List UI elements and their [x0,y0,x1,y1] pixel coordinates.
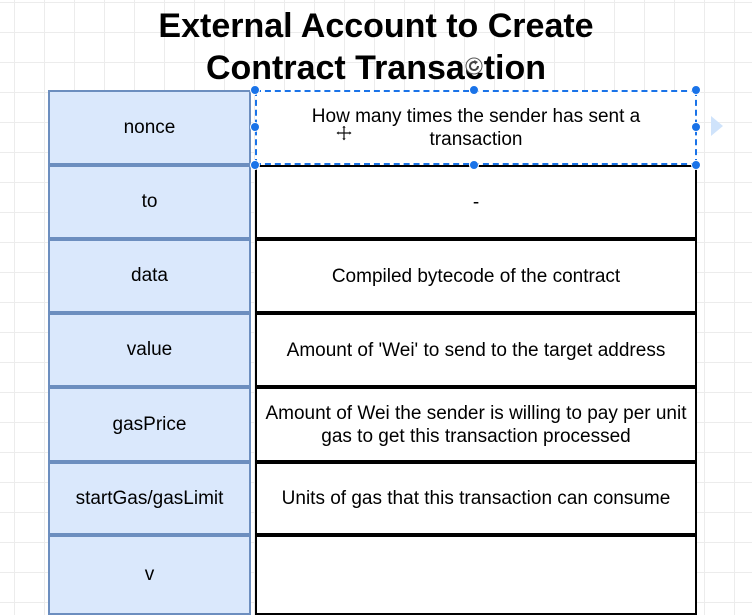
resize-handle-bottom[interactable] [469,160,479,170]
field-description-text: Amount of Wei the sender is willing to p… [265,402,687,447]
field-name-label: v [144,564,155,585]
rotate-icon[interactable] [465,57,483,75]
resize-handle-right[interactable] [691,122,701,132]
field-name-label: data [131,265,168,286]
field-description-text: Amount of 'Wei' to send to the target ad… [286,339,666,361]
resize-handle-top-left[interactable] [250,85,260,95]
field-name-label: gasPrice [112,413,187,435]
field-description-text: Units of gas that this transaction can c… [281,488,671,509]
field-name-cell-nonce[interactable]: nonce [48,90,251,165]
field-description-cell-value[interactable]: Amount of 'Wei' to send to the target ad… [255,313,697,387]
resize-handle-bottom-right[interactable] [691,160,701,170]
field-description-text: - [472,191,480,213]
field-name-label: startGas/gasLimit [75,487,224,509]
resize-handle-left[interactable] [250,122,260,132]
field-description-cell-data[interactable]: Compiled bytecode of the contract [255,239,697,313]
field-description-cell-nonce[interactable]: How many times the sender has sent a tra… [255,90,697,165]
field-name-cell-to[interactable]: to [48,165,251,239]
field-name-cell-gasprice[interactable]: gasPrice [48,387,251,462]
move-icon [335,124,353,142]
connection-arrow-icon[interactable] [709,114,725,138]
diagram-title-line-1: External Account to Create [158,7,594,45]
field-name-cell-value[interactable]: value [48,313,251,387]
field-name-cell-data[interactable]: data [48,239,251,313]
field-description-text: How many times the sender has sent a tra… [311,105,641,150]
field-name-cell-startgas[interactable]: startGas/gasLimit [48,462,251,535]
resize-handle-bottom-left[interactable] [250,160,260,170]
field-description-cell-startgas[interactable]: Units of gas that this transaction can c… [255,462,697,535]
field-description-text: Compiled bytecode of the contract [331,265,621,287]
resize-handle-top-right[interactable] [691,85,701,95]
resize-handle-top[interactable] [469,85,479,95]
field-description-cell-to[interactable]: - [255,165,697,239]
field-name-label: nonce [123,116,176,138]
field-description-cell-gasprice[interactable]: Amount of Wei the sender is willing to p… [255,387,697,462]
field-name-label: value [126,339,173,360]
diagram-title-line-2: Contract Transaction [205,49,547,87]
field-name-label: to [141,191,158,212]
field-description-cell-v[interactable] [255,535,697,615]
field-name-cell-v[interactable]: v [48,535,251,615]
